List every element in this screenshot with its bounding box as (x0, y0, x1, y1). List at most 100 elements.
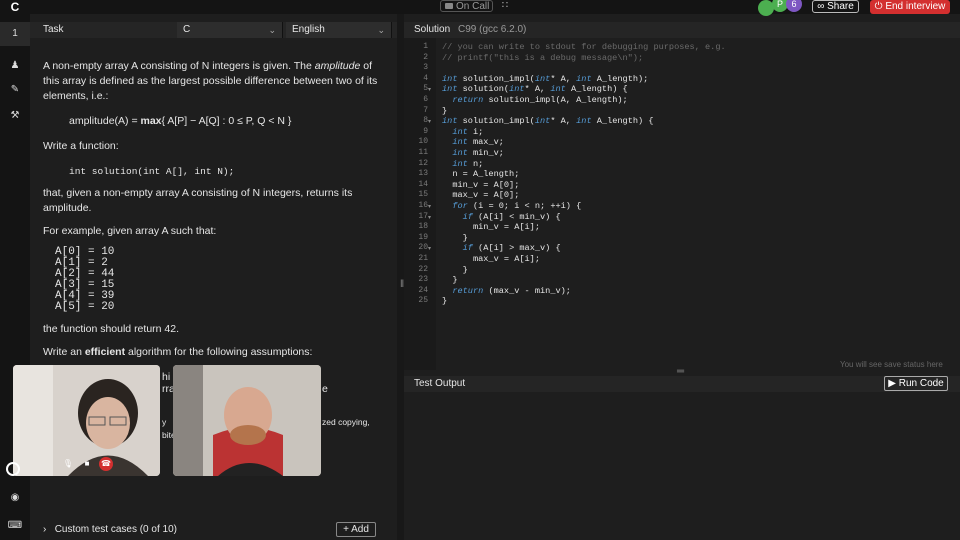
code-line[interactable]: if (A[i] < min_v) { (442, 212, 561, 222)
test-output-body (404, 392, 960, 540)
keyboard-icon[interactable]: ⌨ (0, 514, 30, 538)
resize-handle-icon[interactable]: ═ (677, 367, 687, 377)
line-number: 11 (418, 148, 428, 157)
share-label: Share (827, 1, 854, 12)
line-number: 16 (418, 201, 428, 210)
video-tile-candidate[interactable]: 🎙 ■ ☎ (13, 365, 160, 476)
fold-arrow-icon[interactable]: ▾ (428, 214, 431, 221)
code-line[interactable]: int i; (442, 127, 483, 137)
code-line[interactable]: int n; (442, 159, 483, 169)
fold-arrow-icon[interactable]: ▾ (428, 203, 431, 210)
code-line[interactable]: max_v = A[i]; (442, 254, 540, 264)
fold-arrow-icon[interactable]: ▾ (428, 86, 431, 93)
test-output-label: Test Output (414, 378, 466, 389)
tools-icon[interactable]: ⚒ (0, 104, 30, 128)
code-line[interactable]: return solution_impl(A, A_length); (442, 95, 627, 105)
custom-test-cases-toggle[interactable]: › Custom test cases (0 of 10) (43, 524, 177, 535)
end-interview-button[interactable]: ⏻ End interview (870, 0, 950, 14)
line-number: 5 (423, 84, 428, 94)
line-number: 24 (418, 285, 428, 295)
code-line[interactable]: } (442, 296, 447, 306)
array-line: A[5] = 20 (55, 301, 115, 313)
camera-icon (445, 3, 453, 10)
code-line[interactable]: n = A_length; (442, 169, 519, 179)
code-line[interactable]: return (max_v - min_v); (442, 286, 571, 296)
line-number: 17 (418, 211, 428, 221)
array-line: A[2] = 44 (55, 268, 115, 280)
user-icon[interactable]: ♟ (0, 54, 30, 78)
amplitude-formula: amplitude(A) = max{ A[P] − A[Q] : 0 ≤ P,… (69, 115, 292, 127)
rail-task-number[interactable]: 1 (0, 22, 30, 46)
code-line[interactable]: int solution_impl(int* A, int A_length) … (442, 116, 654, 126)
code-line[interactable]: // you can write to stdout for debugging… (442, 42, 726, 52)
link-icon: ∞ (817, 1, 825, 12)
function-signature: int solution(int A[], int N); (69, 166, 235, 177)
compiler-label: C99 (gcc 6.2.0) (458, 24, 527, 35)
panel-divider[interactable] (397, 14, 404, 540)
code-line[interactable]: // printf("this is a debug message\n"); (442, 53, 643, 63)
task-header-label: Task (43, 24, 64, 35)
line-number: 10 (418, 137, 428, 147)
on-call-button[interactable]: On Call (440, 0, 493, 12)
line-number: 13 (418, 169, 428, 179)
code-line[interactable]: min_v = A[i]; (442, 222, 540, 232)
partial-text: zed copying, (322, 417, 370, 427)
line-number: 14 (418, 179, 428, 189)
code-line[interactable]: int solution_impl(int* A, int A_length); (442, 74, 648, 84)
write-function-text: Write a function: (43, 140, 119, 152)
chevron-down-icon: ⌄ (268, 25, 276, 35)
line-number: 8 (423, 116, 428, 126)
avatar[interactable]: 6 (786, 0, 802, 12)
eye-icon[interactable]: ◉ (0, 486, 30, 510)
fold-arrow-icon[interactable]: ▾ (428, 245, 431, 252)
efficient-text: Write an efficient algorithm for the fol… (43, 346, 313, 358)
solution-label: Solution (414, 24, 451, 35)
fold-arrow-icon[interactable]: ▾ (428, 118, 431, 125)
code-line[interactable]: min_v = A[0]; (442, 180, 519, 190)
chevron-right-icon: › (43, 524, 47, 535)
array-line: A[0] = 10 (55, 246, 115, 258)
line-number: 25 (418, 296, 428, 306)
returns-text: that, given a non-empty array A consisti… (43, 187, 353, 214)
array-line: A[3] = 15 (55, 279, 115, 291)
line-number: 21 (418, 254, 428, 263)
edit-icon[interactable]: ✎ (0, 78, 30, 102)
line-number: 23 (418, 275, 428, 285)
code-line[interactable]: } (442, 233, 468, 243)
participant-video (173, 365, 321, 476)
example-intro: For example, given array A such that: (43, 225, 217, 237)
microphone-icon[interactable]: 🎙 (61, 457, 75, 471)
record-icon[interactable] (6, 462, 20, 476)
chevron-down-icon: ⌄ (377, 25, 385, 35)
camera-icon[interactable]: ■ (80, 457, 94, 471)
run-code-button[interactable]: ▶ Run Code (884, 376, 948, 391)
line-number: 3 (423, 63, 428, 73)
line-number: 4 (423, 73, 428, 83)
hang-up-icon[interactable]: ☎ (99, 457, 113, 471)
share-button[interactable]: ∞ Share (812, 0, 859, 13)
task-intro: A non-empty array A consisting of N inte… (43, 60, 378, 102)
code-line[interactable]: max_v = A[0]; (442, 190, 519, 200)
code-line[interactable]: } (442, 106, 447, 116)
code-line[interactable]: int max_v; (442, 137, 504, 147)
line-number: 6 (423, 95, 428, 104)
resize-handle-icon[interactable]: ‖ (400, 280, 404, 290)
line-number: 18 (418, 222, 428, 232)
add-test-case-button[interactable]: + Add (336, 522, 376, 537)
code-line[interactable]: } (442, 265, 468, 275)
array-line: A[4] = 39 (55, 290, 115, 302)
code-line[interactable]: for (i = 0; i < n; ++i) { (442, 201, 581, 211)
code-line[interactable]: int min_v; (442, 148, 504, 158)
code-line[interactable]: int solution(int* A, int A_length) { (442, 84, 628, 94)
video-tile-interviewer[interactable] (173, 365, 321, 476)
locale-select[interactable]: English ⌄ (286, 22, 392, 38)
code-line[interactable]: if (A[i] > max_v) { (442, 243, 561, 253)
end-interview-label: End interview (885, 1, 946, 12)
language-select-value: C (183, 24, 191, 35)
code-line[interactable]: } (442, 275, 457, 285)
line-number: 2 (423, 52, 428, 62)
should-return-text: the function should return 42. (43, 323, 180, 335)
language-select[interactable]: C ⌄ (177, 22, 283, 38)
custom-test-cases-label: Custom test cases (0 of 10) (54, 524, 177, 535)
power-icon: ⏻ (874, 1, 883, 12)
